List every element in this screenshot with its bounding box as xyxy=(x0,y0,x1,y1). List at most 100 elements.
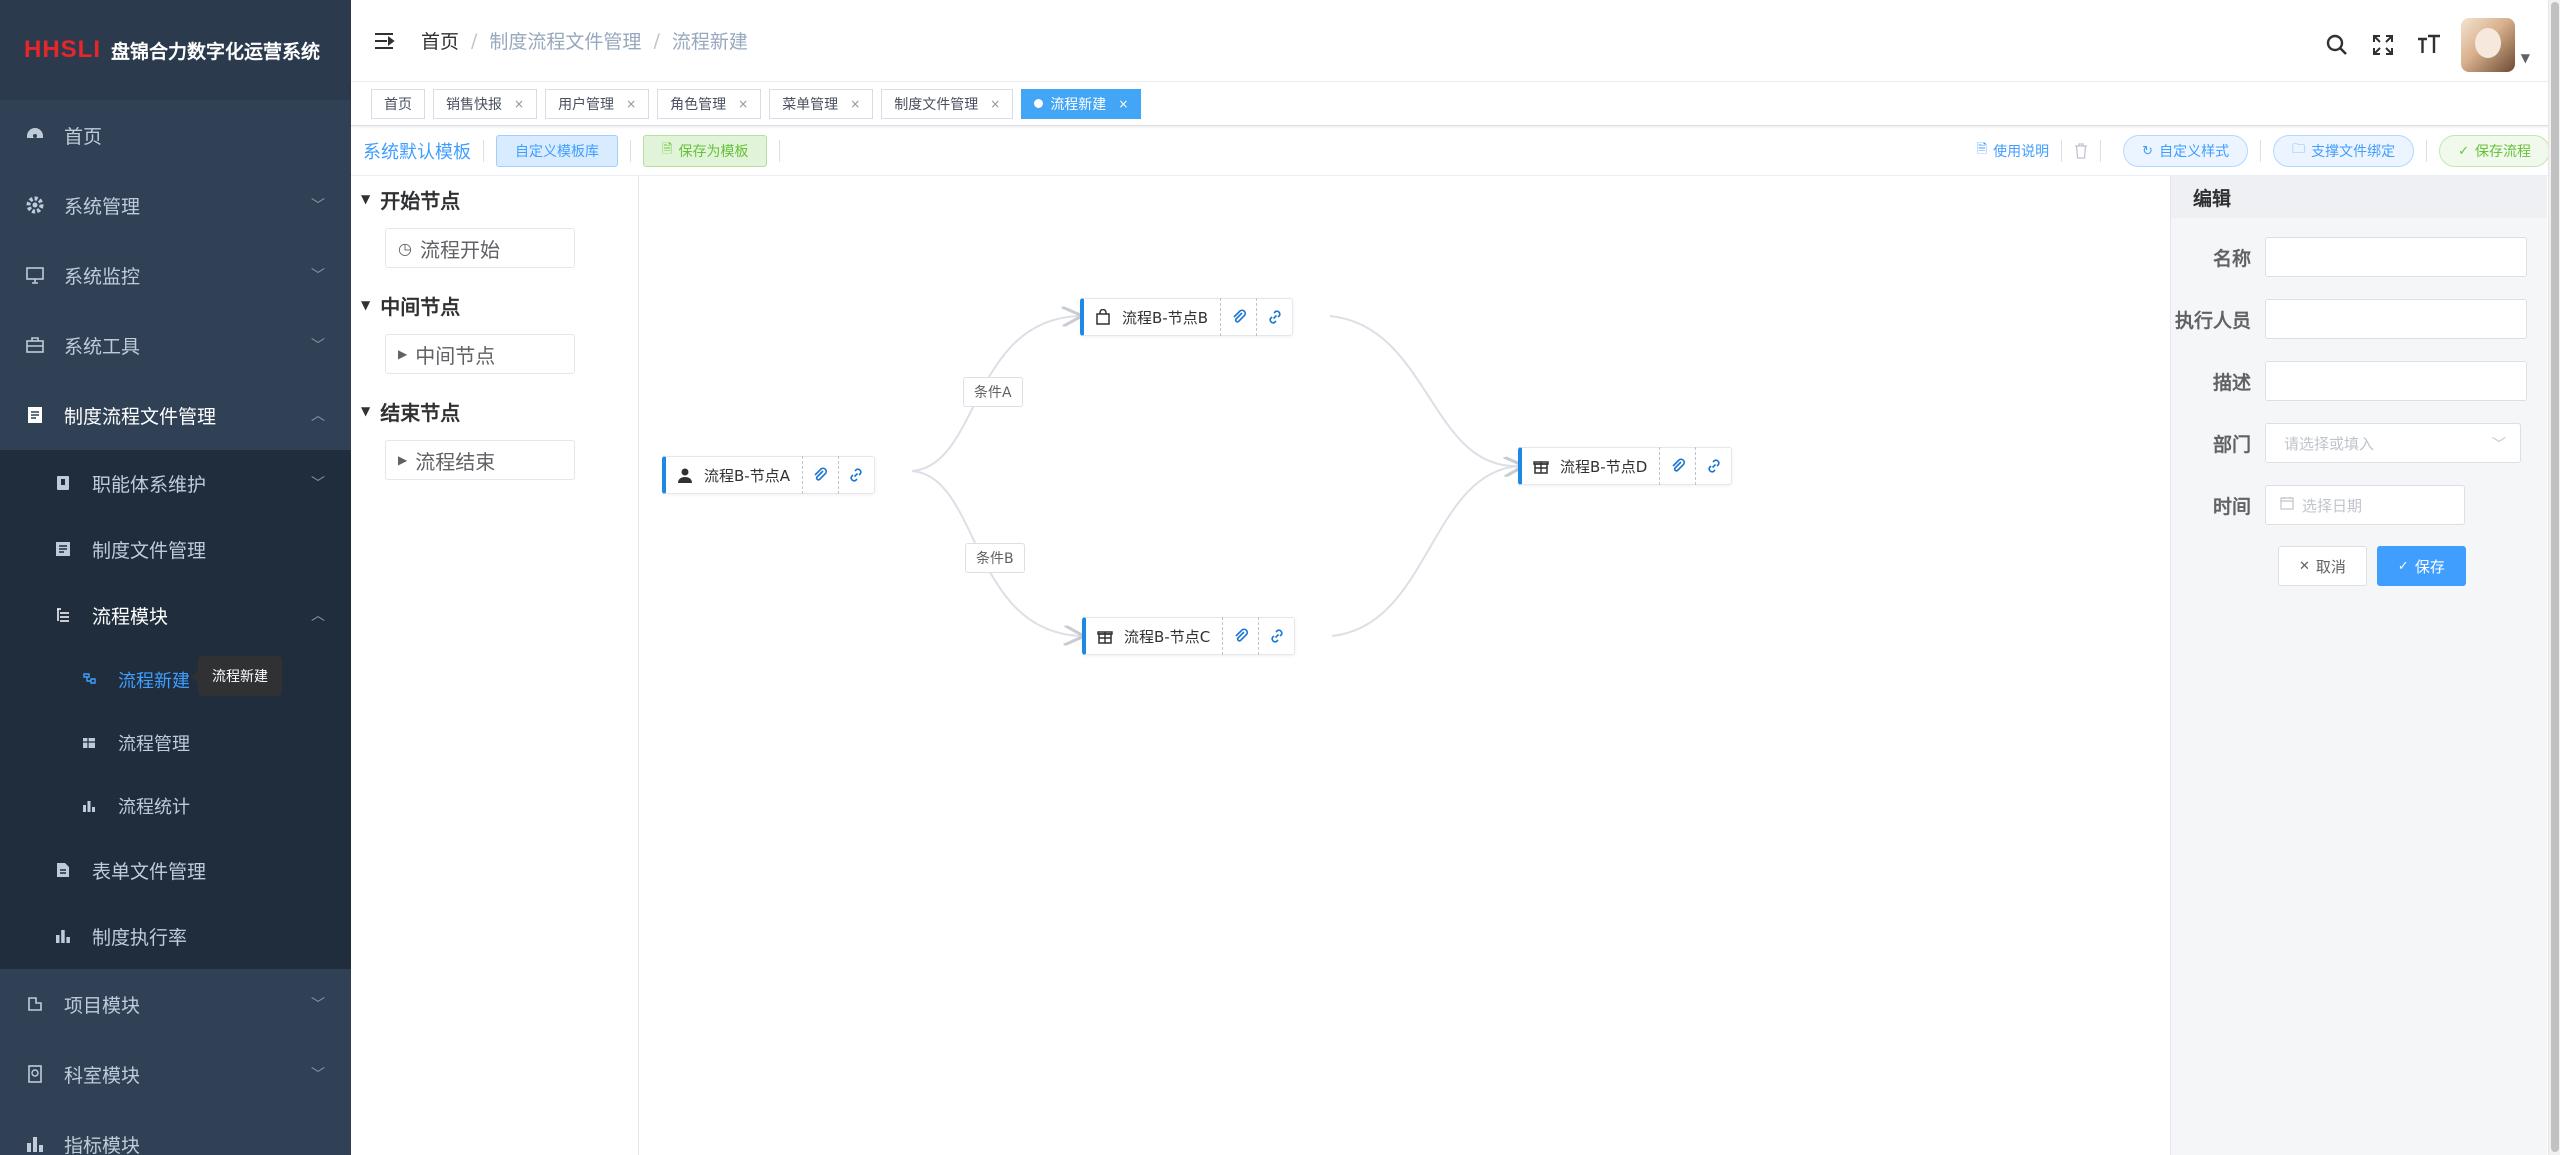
flow-node-d[interactable]: 流程B-节点D xyxy=(1518,447,1733,485)
close-icon[interactable]: × xyxy=(514,97,524,111)
flow-node-a[interactable]: 流程B-节点A xyxy=(662,456,875,494)
button-label: 使用说明 xyxy=(1993,144,2050,160)
cancel-button[interactable]: ✕ 取消 xyxy=(2278,546,2367,586)
department-select[interactable]: 请选择或填入 ﹀ xyxy=(2265,423,2521,463)
save-button[interactable]: ✓ 保存 xyxy=(2376,546,2466,586)
navbar: 首页 / 制度流程文件管理 / 流程新建 ▼ xyxy=(351,0,2560,82)
sidebar-item-projects[interactable]: 项目模块 ﹀ xyxy=(0,969,351,1039)
button-label: 自定义样式 xyxy=(2159,144,2230,160)
sidebar-item-form-files[interactable]: 表单文件管理 xyxy=(0,837,351,903)
node-group-start[interactable]: ▼ 开始节点 xyxy=(361,184,638,214)
save-as-template-button[interactable]: 🗎 保存为模板 xyxy=(643,134,768,167)
sidebar-item-process-module[interactable]: 流程模块 ︿ xyxy=(0,582,351,648)
tag-institution-files[interactable]: 制度文件管理 × xyxy=(881,88,1014,119)
page-scrollbar[interactable] xyxy=(2548,0,2560,1155)
sidebar-item-label: 制度执行率 xyxy=(92,926,188,949)
app-logo[interactable]: HHSLI 盘锦合力数字化运营系统 xyxy=(0,0,351,100)
sidebar-item-label: 科室模块 xyxy=(64,1064,141,1087)
sidebar-item-execution-rate[interactable]: 制度执行率 xyxy=(0,903,351,969)
sidebar-item-home[interactable]: 首页 xyxy=(0,100,351,170)
caret-down-icon: ▼ xyxy=(361,192,371,206)
chevron-down-icon: ﹀ xyxy=(311,268,325,284)
tag-home[interactable]: 首页 xyxy=(371,88,425,119)
button-label: 取消 xyxy=(2315,557,2346,576)
flow-node-b[interactable]: 流程B-节点B xyxy=(1080,298,1293,336)
avatar[interactable] xyxy=(2460,18,2515,72)
hamburger-icon[interactable] xyxy=(373,30,395,52)
executor-input[interactable] xyxy=(2265,299,2527,339)
node-group-middle[interactable]: ▼ 中间节点 xyxy=(361,290,638,320)
button-label: 支撑文件绑定 xyxy=(2311,144,2396,160)
sidebar-item-label: 流程管理 xyxy=(118,733,190,755)
flow-canvas[interactable]: 条件A 条件B 流程B-节点A 流程B-节点B 流程B-节点C 流程B-节点D xyxy=(640,176,2170,1155)
palette-node-middle[interactable]: ▶ 中间节点 xyxy=(385,334,575,374)
sidebar-item-label: 流程统计 xyxy=(118,796,190,818)
sidebar-item-label: 系统工具 xyxy=(64,335,141,358)
attachment-icon[interactable] xyxy=(801,456,838,494)
sidebar-item-departments[interactable]: 科室模块 ﹀ xyxy=(0,1039,351,1109)
custom-template-library-button[interactable]: 自定义模板库 xyxy=(496,134,618,167)
save-flow-button[interactable]: ✓ 保存流程 xyxy=(2439,135,2550,167)
link-icon[interactable] xyxy=(1258,617,1294,655)
flow-node-c[interactable]: 流程B-节点C xyxy=(1082,617,1296,655)
breadcrumb-parent[interactable]: 制度流程文件管理 xyxy=(489,27,641,54)
sidebar-item-process-new[interactable]: 流程新建 xyxy=(0,648,351,711)
condition-a-label[interactable]: 条件A xyxy=(963,377,1023,407)
breadcrumb-home[interactable]: 首页 xyxy=(421,27,459,54)
tag-menu-manage[interactable]: 菜单管理 × xyxy=(769,88,874,119)
document-icon xyxy=(52,538,74,560)
sidebar-item-institution-files[interactable]: 制度文件管理 xyxy=(0,516,351,582)
form-document-icon xyxy=(52,859,74,881)
palette-node-start[interactable]: ◷ 流程开始 xyxy=(385,228,575,268)
tree-list-icon xyxy=(52,604,74,626)
caret-down-icon[interactable]: ▼ xyxy=(2521,51,2530,65)
delete-button[interactable] xyxy=(2074,143,2088,159)
custom-style-button[interactable]: ↻ 自定义样式 xyxy=(2123,135,2249,167)
tag-sales-report[interactable]: 销售快报 × xyxy=(433,88,538,119)
sidebar-item-institution-process[interactable]: 制度流程文件管理 ︿ xyxy=(0,380,351,450)
attachment-icon[interactable] xyxy=(1222,617,1258,655)
fullscreen-icon[interactable] xyxy=(2369,31,2397,59)
table-icon xyxy=(78,732,100,754)
attachment-icon[interactable] xyxy=(1659,447,1695,485)
flow-edges xyxy=(911,176,2170,1155)
sidebar-item-label: 制度流程文件管理 xyxy=(64,405,217,428)
sidebar-item-system[interactable]: 系统管理 ﹀ xyxy=(0,170,351,240)
sidebar-item-function-system[interactable]: 职能体系维护 ﹀ xyxy=(0,450,351,516)
link-icon[interactable] xyxy=(1256,298,1292,336)
node-palette: ▼ 开始节点 ◷ 流程开始 ▼ 中间节点 ▶ 中间节点 ▼ 结束节点 ▶ 流程结束 xyxy=(351,176,639,1155)
tag-role-manage[interactable]: 角色管理 × xyxy=(657,88,762,119)
node-group-end[interactable]: ▼ 结束节点 xyxy=(361,396,638,426)
sidebar: HHSLI 盘锦合力数字化运营系统 首页 系统管理 ﹀ 系统监控 ﹀ 系统工具 … xyxy=(0,0,351,1155)
close-icon[interactable]: × xyxy=(626,97,636,111)
palette-node-end[interactable]: ▶ 流程结束 xyxy=(385,440,575,480)
node-label: 流程B-节点C xyxy=(1124,627,1211,646)
condition-b-label[interactable]: 条件B xyxy=(965,543,1025,573)
usage-instructions-button[interactable]: 🗎 使用说明 xyxy=(1977,140,2049,162)
sidebar-item-monitor[interactable]: 系统监控 ﹀ xyxy=(0,240,351,310)
link-icon[interactable] xyxy=(837,456,874,494)
sidebar-item-tools[interactable]: 系统工具 ﹀ xyxy=(0,310,351,380)
bind-files-button[interactable]: 🗀 支撑文件绑定 xyxy=(2273,135,2415,167)
close-icon[interactable]: × xyxy=(850,97,860,111)
tag-user-manage[interactable]: 用户管理 × xyxy=(545,88,650,119)
tag-label: 销售快报 xyxy=(446,96,502,113)
sidebar-item-process-manage[interactable]: 流程管理 xyxy=(0,711,351,774)
sidebar-item-indicators[interactable]: 指标模块 xyxy=(0,1109,351,1155)
attachment-icon[interactable] xyxy=(1220,298,1256,336)
search-icon[interactable] xyxy=(2323,31,2351,59)
tag-process-new[interactable]: 流程新建 × xyxy=(1021,88,1142,119)
link-icon[interactable] xyxy=(1695,447,1731,485)
node-label: 流程B-节点B xyxy=(1122,308,1208,327)
font-size-icon[interactable] xyxy=(2415,31,2443,59)
name-input[interactable] xyxy=(2265,237,2527,277)
date-picker[interactable]: 选择日期 xyxy=(2265,485,2465,525)
sidebar-item-process-stats[interactable]: 流程统计 xyxy=(0,774,351,837)
default-template-link[interactable]: 系统默认模板 xyxy=(363,138,471,164)
chevron-up-icon: ︿ xyxy=(311,408,325,424)
description-input[interactable] xyxy=(2265,361,2527,401)
monitor-icon xyxy=(24,264,46,286)
close-icon[interactable]: × xyxy=(1118,97,1128,111)
close-icon[interactable]: × xyxy=(738,97,748,111)
close-icon[interactable]: × xyxy=(990,97,1000,111)
